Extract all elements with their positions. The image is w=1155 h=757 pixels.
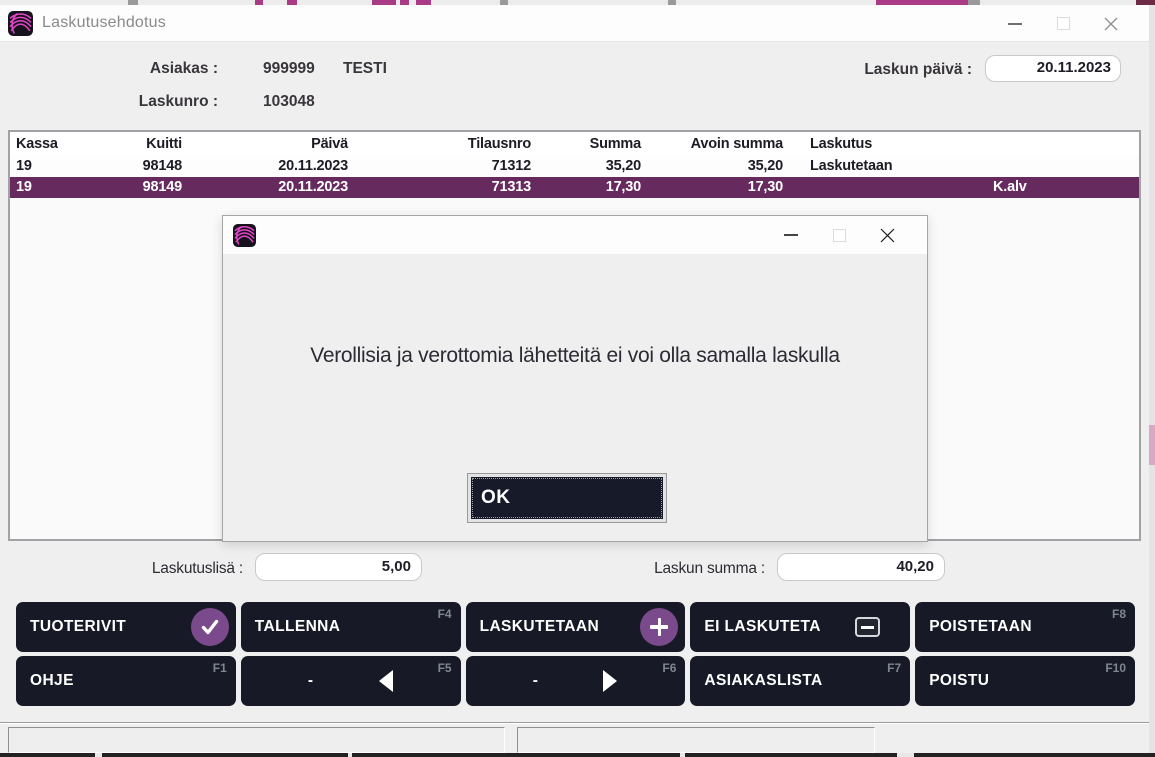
col-header-laskutus: Laskutus xyxy=(783,132,971,156)
button-label: - xyxy=(466,672,606,690)
minimize-icon xyxy=(1008,23,1022,25)
ok-button[interactable]: OK xyxy=(467,473,667,523)
plus-icon xyxy=(640,608,678,646)
table-row[interactable]: 19 98148 20.11.2023 71312 35,20 35,20 La… xyxy=(10,156,1139,177)
laskutuslisa-label: Laskutuslisä : xyxy=(100,560,243,578)
cell-alv xyxy=(971,156,1139,177)
cell-laskutus xyxy=(783,177,971,198)
dialog-maximize-button[interactable] xyxy=(815,217,863,254)
statusbar-divider xyxy=(0,722,1149,724)
action-button-grid: TUOTERIVIT TALLENNA F4 LASKUTETAAN EI LA… xyxy=(16,602,1135,706)
fkey-label: F8 xyxy=(1112,607,1126,621)
dialog-close-button[interactable] xyxy=(863,217,911,254)
cell-tilausnro: 71313 xyxy=(348,177,531,198)
minimize-button[interactable] xyxy=(991,5,1039,42)
cell-alv: K.alv xyxy=(971,177,1139,198)
col-header-tilausnro: Tilausnro xyxy=(348,132,531,156)
cell-avoin-summa: 17,30 xyxy=(641,177,783,198)
triangle-right-icon xyxy=(603,670,617,692)
fkey-label: F6 xyxy=(662,661,676,675)
minimize-icon xyxy=(784,234,798,236)
poistetaan-button[interactable]: POISTETAAN F8 xyxy=(915,602,1135,652)
tuoterivit-button[interactable]: TUOTERIVIT xyxy=(16,602,236,652)
cell-kassa: 19 xyxy=(10,156,70,177)
minus-icon xyxy=(855,617,880,637)
fkey-label: F4 xyxy=(438,607,452,621)
next-button[interactable]: - F6 xyxy=(466,656,686,706)
cell-kuitti: 98149 xyxy=(70,177,182,198)
button-label: POISTETAAN xyxy=(929,618,1032,636)
ei-laskuteta-button[interactable]: EI LASKUTETA xyxy=(690,602,910,652)
fkey-label: F5 xyxy=(438,661,452,675)
dialog-titlebar xyxy=(223,216,927,254)
button-label: EI LASKUTETA xyxy=(704,618,820,636)
laskun-summa-label: Laskun summa : xyxy=(620,560,765,578)
application-window: Laskutusehdotus Asiakas : 999999 TESTI L… xyxy=(0,0,1155,757)
close-icon xyxy=(1103,16,1119,32)
laskunro-value: 103048 xyxy=(263,93,315,111)
cell-paiva: 20.11.2023 xyxy=(182,177,348,198)
maximize-icon xyxy=(833,229,846,242)
close-button[interactable] xyxy=(1087,5,1135,42)
fkey-label: F1 xyxy=(213,661,227,675)
laskun-paiva-label: Laskun päivä : xyxy=(832,61,972,79)
cell-kuitti: 98148 xyxy=(70,156,182,177)
poistu-button[interactable]: POISTU F10 xyxy=(915,656,1135,706)
dialog-minimize-button[interactable] xyxy=(767,217,815,254)
button-label: OHJE xyxy=(30,672,74,690)
status-panel-left xyxy=(8,727,505,753)
cell-kassa: 19 xyxy=(10,177,70,198)
col-header-avoin-summa: Avoin summa xyxy=(641,132,783,156)
cell-avoin-summa: 35,20 xyxy=(641,156,783,177)
message-dialog: Verollisia ja verottomia lähetteitä ei v… xyxy=(222,215,928,542)
check-icon xyxy=(191,608,229,646)
laskunro-label: Laskunro : xyxy=(90,93,218,111)
button-label: ASIAKASLISTA xyxy=(704,672,822,690)
button-label: POISTU xyxy=(929,672,989,690)
laskutetaan-button[interactable]: LASKUTETAAN xyxy=(466,602,686,652)
window-title: Laskutusehdotus xyxy=(42,14,166,32)
app-logo-icon xyxy=(8,11,33,36)
laskutuslisa-input[interactable]: 5,00 xyxy=(255,553,422,581)
cell-paiva: 20.11.2023 xyxy=(182,156,348,177)
button-label: - xyxy=(241,672,381,690)
fkey-label: F7 xyxy=(887,661,901,675)
tallenna-button[interactable]: TALLENNA F4 xyxy=(241,602,461,652)
ohje-button[interactable]: OHJE F1 xyxy=(16,656,236,706)
close-icon xyxy=(879,227,896,244)
previous-button[interactable]: - F5 xyxy=(241,656,461,706)
triangle-left-icon xyxy=(379,670,393,692)
button-label: LASKUTETAAN xyxy=(480,618,600,636)
status-panel-right xyxy=(517,727,875,753)
col-header-paiva: Päivä xyxy=(182,132,348,156)
button-label: TALLENNA xyxy=(255,618,341,636)
col-header-kuitti: Kuitti xyxy=(70,132,182,156)
maximize-button[interactable] xyxy=(1039,5,1087,42)
button-label: TUOTERIVIT xyxy=(30,618,126,636)
cell-tilausnro: 71312 xyxy=(348,156,531,177)
asiakas-label: Asiakas : xyxy=(90,60,218,78)
ok-button-label: OK xyxy=(481,487,511,509)
desktop-edge-strip xyxy=(1149,5,1155,757)
table-header-row: Kassa Kuitti Päivä Tilausnro Summa Avoin… xyxy=(10,132,1139,156)
taskbar-edge-strip xyxy=(0,753,1155,757)
col-header-kassa: Kassa xyxy=(10,132,70,156)
asiakas-code-value: 999999 xyxy=(263,60,315,78)
asiakaslista-button[interactable]: ASIAKASLISTA F7 xyxy=(690,656,910,706)
asiakas-name-value: TESTI xyxy=(343,60,387,78)
laskun-paiva-input[interactable]: 20.11.2023 xyxy=(985,55,1121,82)
col-header-summa: Summa xyxy=(531,132,641,156)
window-titlebar: Laskutusehdotus xyxy=(0,5,1149,42)
app-logo-icon xyxy=(233,224,256,247)
dialog-message: Verollisia ja verottomia lähetteitä ei v… xyxy=(223,344,927,368)
cell-summa: 17,30 xyxy=(531,177,641,198)
fkey-label: F10 xyxy=(1105,661,1126,675)
laskun-summa-input[interactable]: 40,20 xyxy=(777,553,945,581)
table-row-selected[interactable]: 19 98149 20.11.2023 71313 17,30 17,30 K.… xyxy=(10,177,1139,198)
maximize-icon xyxy=(1057,17,1070,30)
cell-summa: 35,20 xyxy=(531,156,641,177)
cell-laskutus: Laskutetaan xyxy=(783,156,971,177)
